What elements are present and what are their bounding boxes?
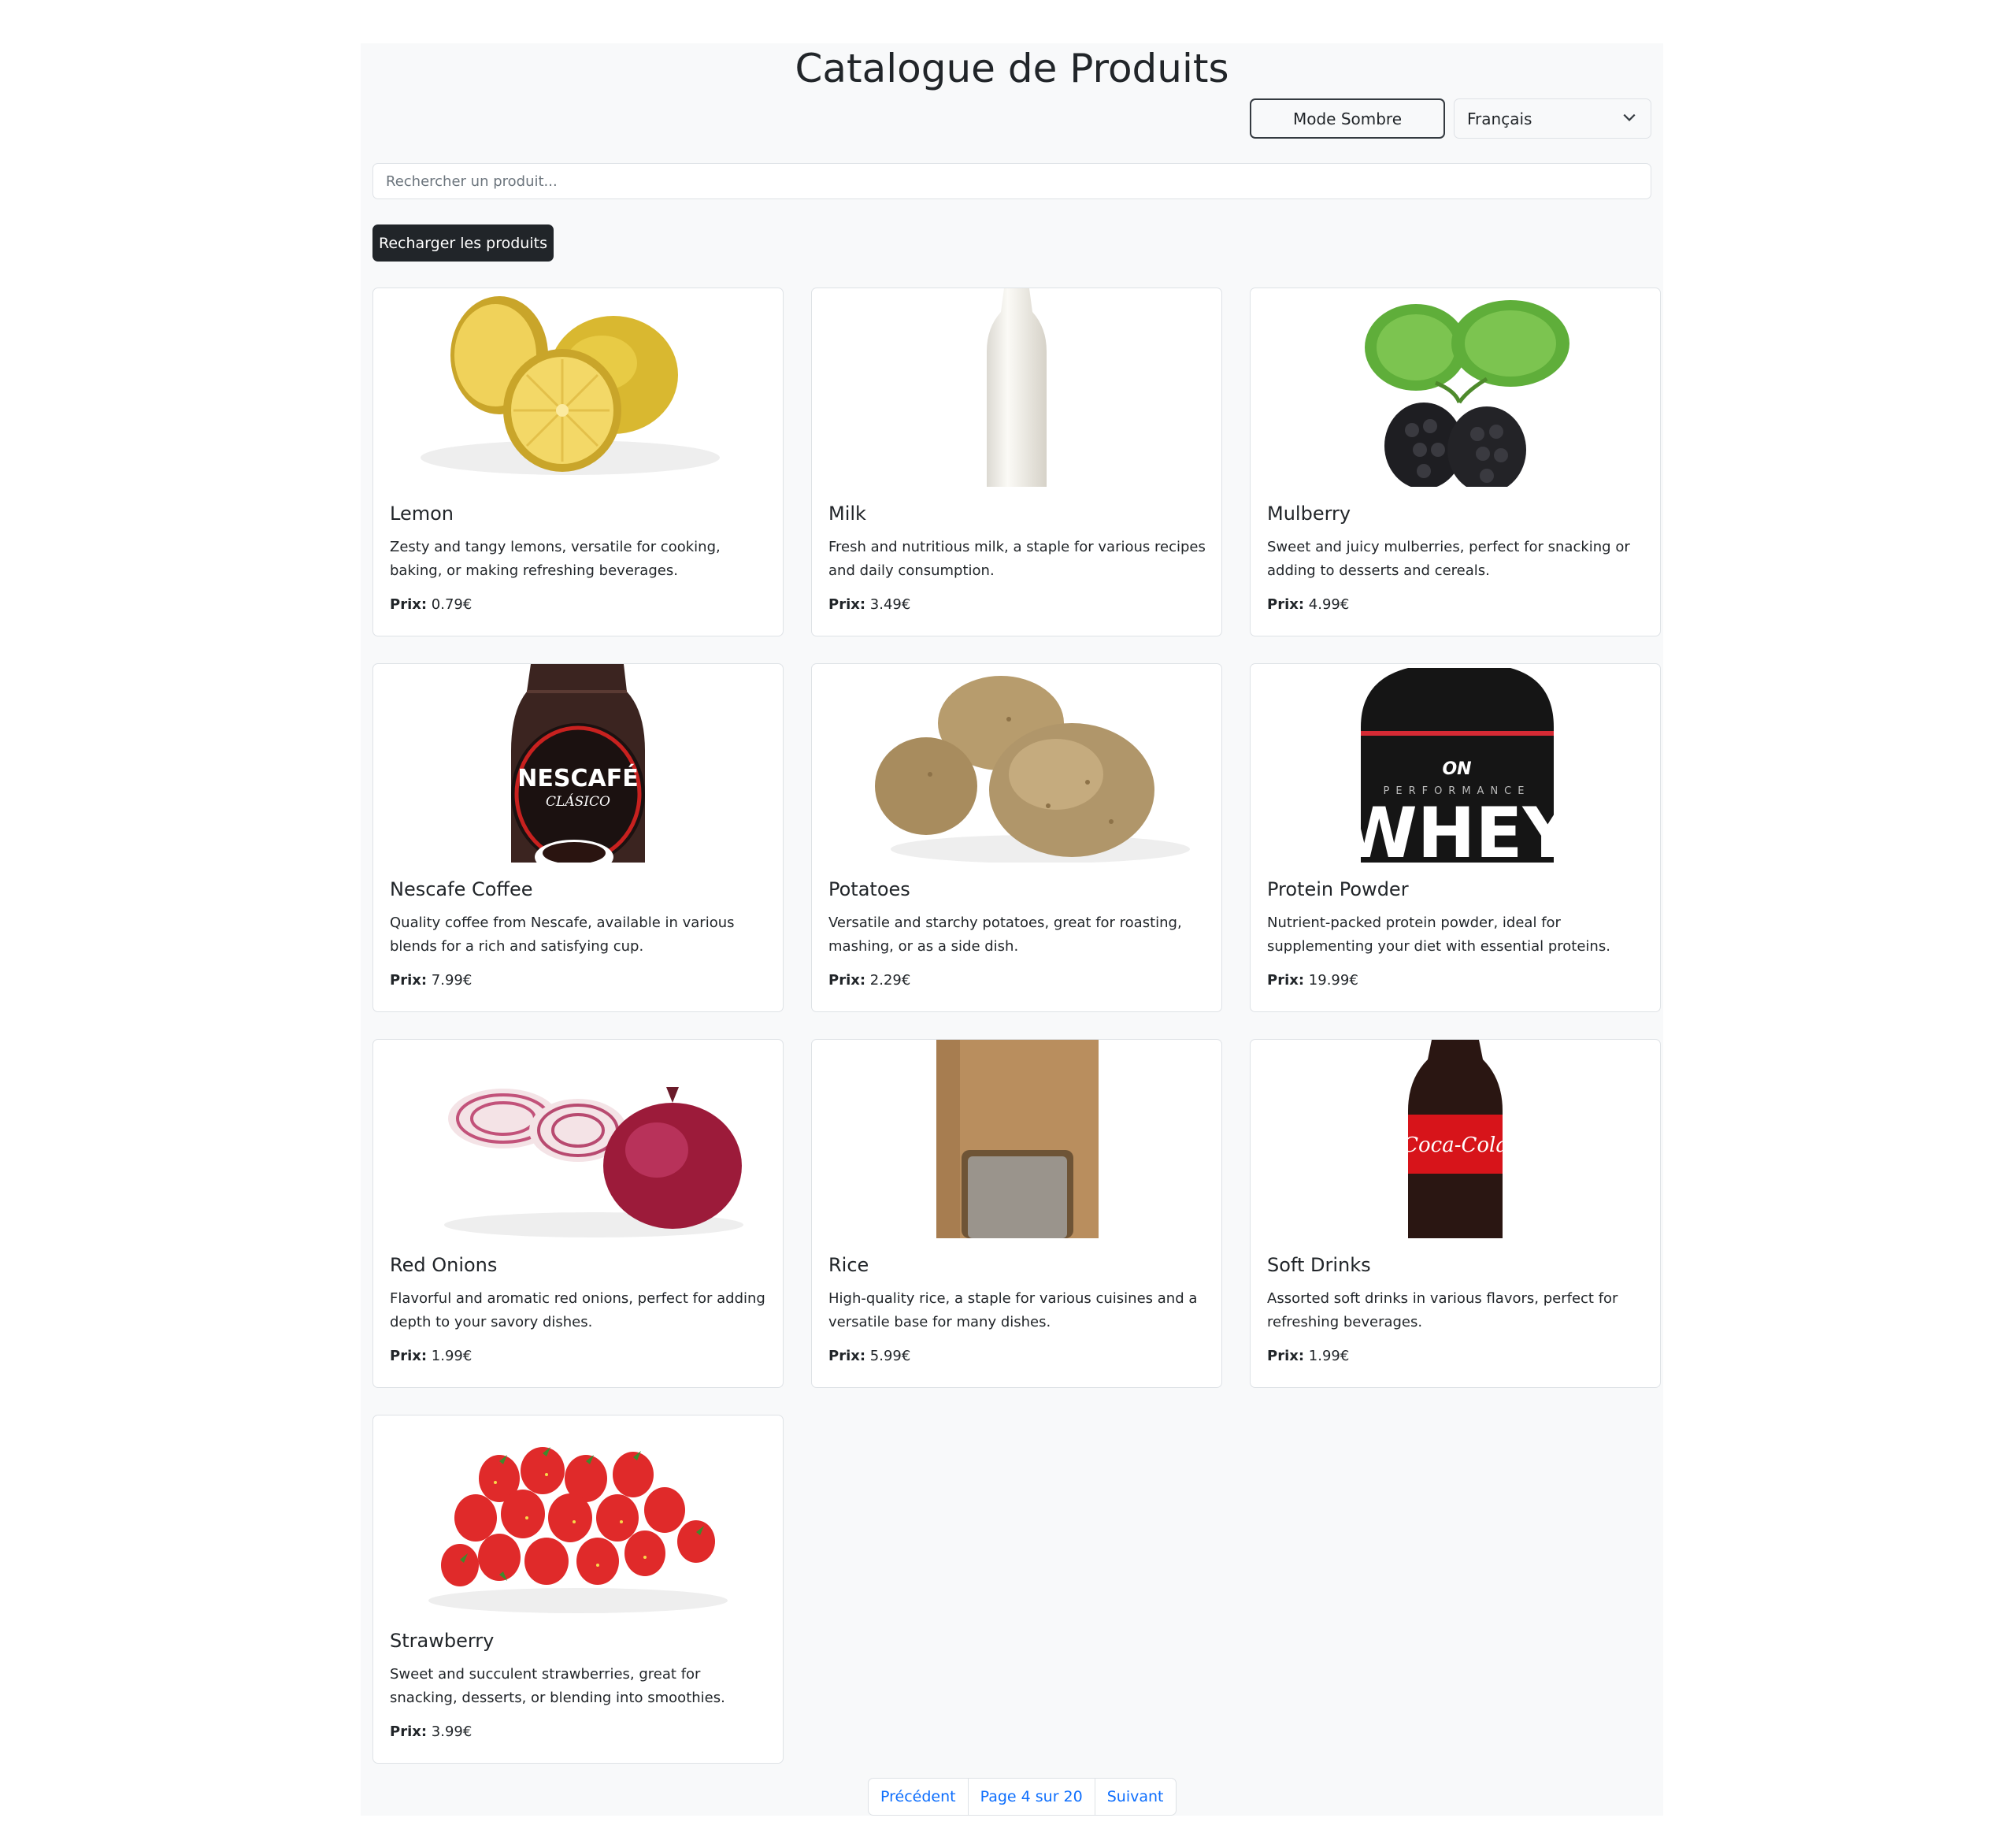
price-value: 3.49€ xyxy=(869,596,911,613)
mulberry-image xyxy=(1251,288,1660,487)
search-input[interactable]: Rechercher un produit... xyxy=(372,163,1651,199)
red-onion-image xyxy=(373,1040,783,1238)
price-value: 7.99€ xyxy=(431,972,472,989)
whey-brand-label: ON xyxy=(1442,759,1471,779)
nescafe-sub-label: CLÁSICO xyxy=(546,793,610,810)
product-description: Sweet and succulent strawberries, great … xyxy=(390,1666,725,1706)
product-price: Prix: 19.99€ xyxy=(1267,972,1358,989)
product-description: Flavorful and aromatic red onions, perfe… xyxy=(390,1290,765,1330)
page-title: Catalogue de Produits xyxy=(795,46,1229,91)
product-card: ON PERFORMANCE WHEY Protein Powder Nutri… xyxy=(1250,663,1661,1012)
next-page-button[interactable]: Suivant xyxy=(1095,1779,1176,1815)
product-card: Milk Fresh and nutritious milk, a staple… xyxy=(811,288,1222,636)
product-name: Lemon xyxy=(390,503,454,525)
protein-tub-image: ON PERFORMANCE WHEY xyxy=(1251,664,1660,863)
product-description: Quality coffee from Nescafe, available i… xyxy=(390,915,735,955)
product-price: Prix: 3.49€ xyxy=(828,596,910,613)
catalog-container: Catalogue de Produits Mode Sombre França… xyxy=(361,43,1663,1816)
price-label: Prix: xyxy=(1267,596,1305,613)
product-name: Milk xyxy=(828,503,866,525)
language-select-value: Français xyxy=(1467,109,1532,128)
reload-products-button[interactable]: Recharger les produits xyxy=(372,224,554,262)
product-card: Rice High-quality rice, a staple for var… xyxy=(811,1039,1222,1388)
dark-mode-button[interactable]: Mode Sombre xyxy=(1250,98,1445,139)
product-description: Assorted soft drinks in various flavors,… xyxy=(1267,1290,1618,1330)
product-card: Strawberry Sweet and succulent strawberr… xyxy=(372,1415,784,1764)
whey-label: WHEY xyxy=(1341,792,1574,863)
product-price: Prix: 1.99€ xyxy=(1267,1348,1349,1364)
product-name: Red Onions xyxy=(390,1254,498,1276)
price-value: 19.99€ xyxy=(1308,972,1358,989)
language-select[interactable]: Français xyxy=(1454,98,1651,139)
soda-bottle-image: Coca-Cola xyxy=(1251,1040,1660,1238)
product-price: Prix: 7.99€ xyxy=(390,972,472,989)
price-value: 0.79€ xyxy=(431,596,472,613)
product-name: Protein Powder xyxy=(1267,878,1409,900)
product-name: Potatoes xyxy=(828,878,910,900)
previous-page-button[interactable]: Précédent xyxy=(869,1779,969,1815)
price-label: Prix: xyxy=(1267,972,1305,989)
coffee-jar-image: NESCAFÉ CLÁSICO xyxy=(373,664,783,863)
product-price: Prix: 3.99€ xyxy=(390,1723,472,1740)
product-name: Strawberry xyxy=(390,1630,495,1652)
rice-bag-image xyxy=(812,1040,1221,1238)
product-price: Prix: 2.29€ xyxy=(828,972,910,989)
product-card: Mulberry Sweet and juicy mulberries, per… xyxy=(1250,288,1661,636)
product-description: Sweet and juicy mulberries, perfect for … xyxy=(1267,539,1630,579)
product-price: Prix: 4.99€ xyxy=(1267,596,1349,613)
milk-bottle-image xyxy=(812,288,1221,487)
product-description: Zesty and tangy lemons, versatile for co… xyxy=(390,539,721,579)
product-price: Prix: 0.79€ xyxy=(390,596,472,613)
price-label: Prix: xyxy=(390,1723,428,1740)
product-description: Fresh and nutritious milk, a staple for … xyxy=(828,539,1206,579)
strawberries-image xyxy=(373,1415,783,1614)
product-name: Soft Drinks xyxy=(1267,1254,1371,1276)
price-label: Prix: xyxy=(390,596,428,613)
lemon-image xyxy=(373,288,783,487)
product-description: Versatile and starchy potatoes, great fo… xyxy=(828,915,1182,955)
price-label: Prix: xyxy=(390,972,428,989)
product-name: Rice xyxy=(828,1254,869,1276)
search-placeholder: Rechercher un produit... xyxy=(386,173,558,190)
product-price: Prix: 1.99€ xyxy=(390,1348,472,1364)
price-value: 2.29€ xyxy=(869,972,911,989)
price-label: Prix: xyxy=(828,596,866,613)
price-value: 3.99€ xyxy=(431,1723,472,1740)
pagination: Précédent Page 4 sur 20 Suivant xyxy=(868,1778,1177,1816)
potatoes-image xyxy=(812,664,1221,863)
product-name: Nescafe Coffee xyxy=(390,878,533,900)
price-label: Prix: xyxy=(828,972,866,989)
price-label: Prix: xyxy=(390,1348,428,1364)
price-label: Prix: xyxy=(828,1348,866,1364)
price-value: 1.99€ xyxy=(431,1348,472,1364)
chevron-down-icon xyxy=(1623,113,1636,121)
price-value: 4.99€ xyxy=(1308,596,1350,613)
page-indicator[interactable]: Page 4 sur 20 xyxy=(969,1779,1095,1815)
product-description: Nutrient-packed protein powder, ideal fo… xyxy=(1267,915,1610,955)
price-value: 1.99€ xyxy=(1308,1348,1350,1364)
product-card: Coca-Cola Soft Drinks Assorted soft drin… xyxy=(1250,1039,1661,1388)
product-price: Prix: 5.99€ xyxy=(828,1348,910,1364)
product-name: Mulberry xyxy=(1267,503,1351,525)
nescafe-label: NESCAFÉ xyxy=(517,764,638,792)
price-label: Prix: xyxy=(1267,1348,1305,1364)
product-card: Potatoes Versatile and starchy potatoes,… xyxy=(811,663,1222,1012)
product-card: Red Onions Flavorful and aromatic red on… xyxy=(372,1039,784,1388)
product-card: Lemon Zesty and tangy lemons, versatile … xyxy=(372,288,784,636)
product-card: NESCAFÉ CLÁSICO Nescafe Coffee Quality c… xyxy=(372,663,784,1012)
price-value: 5.99€ xyxy=(869,1348,911,1364)
product-description: High-quality rice, a staple for various … xyxy=(828,1290,1198,1330)
coke-label: Coca-Cola xyxy=(1403,1133,1508,1157)
